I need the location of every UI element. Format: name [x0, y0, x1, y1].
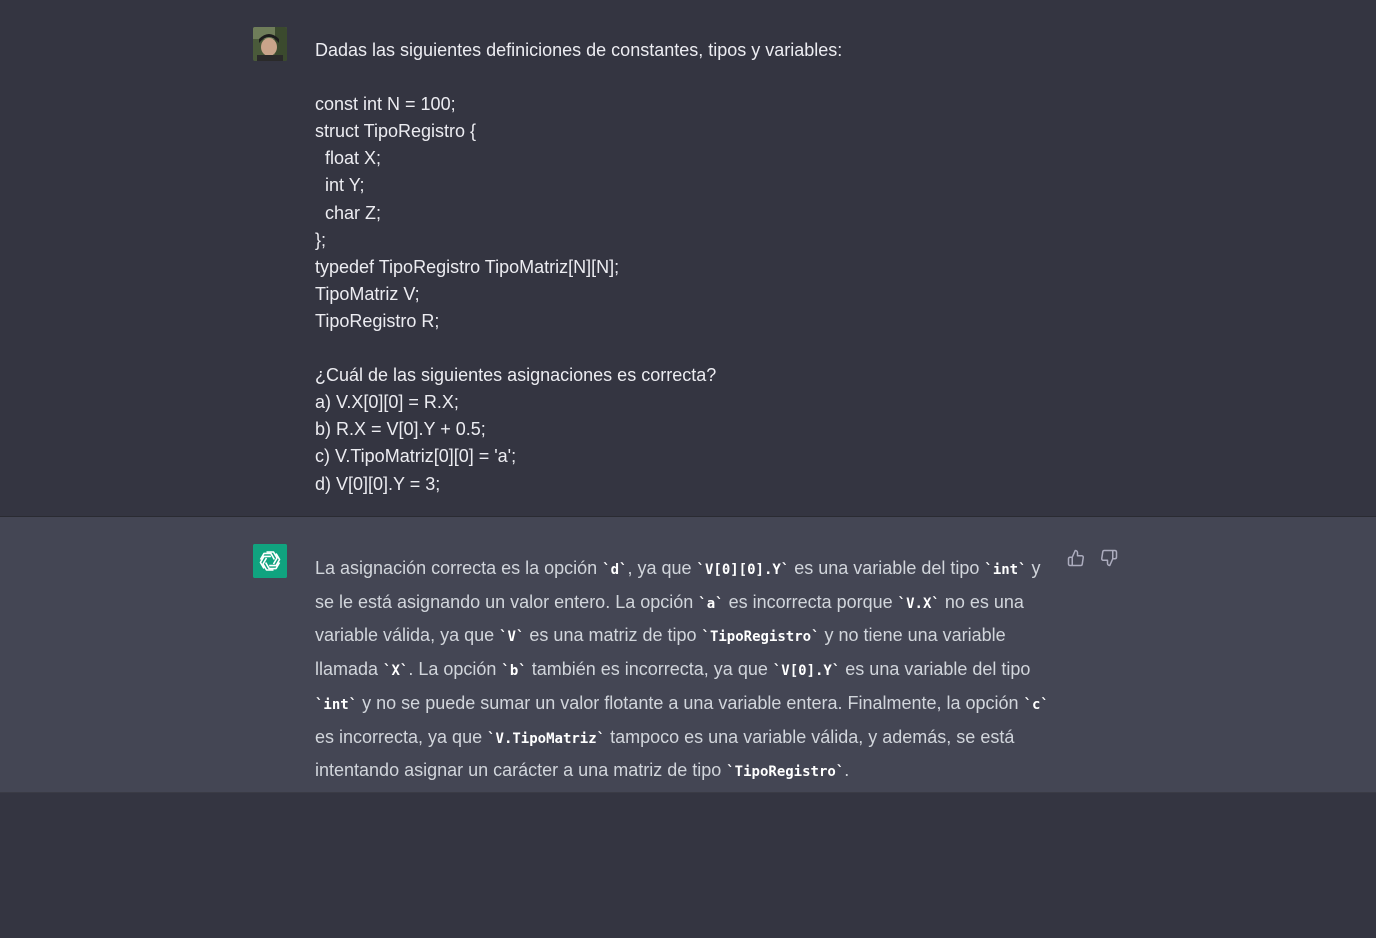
user-message-line: struct TipoRegistro {	[315, 121, 477, 142]
user-message-line: char Z;	[315, 202, 382, 223]
inline-code: `V.X`	[897, 595, 940, 612]
user-message-line: b) R.X = V[0].Y + 0.5;	[315, 419, 486, 440]
inline-code: `V[0].Y`	[772, 663, 841, 680]
inline-code: `int`	[984, 562, 1027, 578]
message-text-span: y no se puede sumar un valor flotante a …	[357, 692, 1024, 713]
assistant-message: La asignación correcta es la opción `d`,…	[0, 517, 1376, 793]
message-text-span: La asignación correcta es la opción	[315, 558, 603, 578]
message-text-span: es una variable del tipo	[840, 659, 1031, 680]
inline-code: `TipoRegistro`	[726, 764, 845, 781]
user-message-text: Dadas las siguientes definiciones de con…	[315, 37, 842, 498]
user-message-line: d) V[0][0].Y = 3;	[315, 473, 441, 494]
user-message-line: TipoRegistro R;	[315, 310, 440, 331]
user-message-line: float X;	[315, 148, 382, 169]
inline-code: `V.TipoMatriz`	[487, 730, 606, 747]
user-message-line: typedef TipoRegistro TipoMatriz[N][N];	[315, 256, 620, 277]
user-message-line: c) V.TipoMatriz[0][0] = 'a';	[315, 446, 517, 467]
user-message-line	[315, 335, 842, 362]
inline-code: `X`	[383, 663, 409, 680]
message-text-span: también es incorrecta, ya que	[526, 659, 773, 680]
openai-logo-icon	[253, 544, 287, 578]
user-message-line: TipoMatriz V;	[315, 283, 420, 304]
message-text-span: .	[844, 760, 850, 781]
user-message-line: int Y;	[315, 175, 365, 196]
inline-code: `V[0][0].Y`	[696, 562, 790, 578]
inline-code: `d`	[602, 562, 628, 578]
inline-code: `c`	[1023, 696, 1049, 713]
message-text-span: es una variable del tipo	[789, 558, 985, 578]
user-message-line	[315, 64, 842, 91]
user-message: Dadas las siguientes definiciones de con…	[0, 0, 1376, 517]
thumbs-up-icon	[1067, 549, 1084, 567]
inline-code: `TipoRegistro`	[701, 629, 820, 646]
chat-thread: Dadas las siguientes definiciones de con…	[0, 0, 1376, 793]
message-text-span: , ya que	[627, 558, 697, 578]
thumbs-down-button[interactable]	[1099, 548, 1119, 568]
thumbs-up-button[interactable]	[1066, 548, 1086, 568]
user-message-line: ¿Cuál de las siguientes asignaciones es …	[315, 365, 717, 386]
user-message-line: const int N = 100;	[315, 94, 456, 115]
message-text-span: es una matriz de tipo	[524, 625, 702, 646]
assistant-message-text: La asignación correcta es la opción `d`,…	[315, 553, 1050, 789]
message-text-span: es incorrecta porque	[723, 591, 898, 612]
user-avatar	[253, 27, 287, 61]
inline-code: `b`	[501, 663, 527, 680]
inline-code: `int`	[315, 696, 358, 713]
inline-code: `V`	[499, 629, 525, 646]
user-message-line: };	[315, 229, 327, 250]
user-message-line: a) V.X[0][0] = R.X;	[315, 392, 459, 413]
thumbs-down-icon	[1101, 549, 1118, 567]
feedback-buttons	[1066, 548, 1119, 568]
inline-code: `a`	[698, 595, 724, 612]
message-text-span: es incorrecta, ya que	[315, 726, 488, 747]
user-message-line: Dadas las siguientes definiciones de con…	[315, 40, 843, 60]
message-text-span: . La opción	[408, 659, 502, 680]
